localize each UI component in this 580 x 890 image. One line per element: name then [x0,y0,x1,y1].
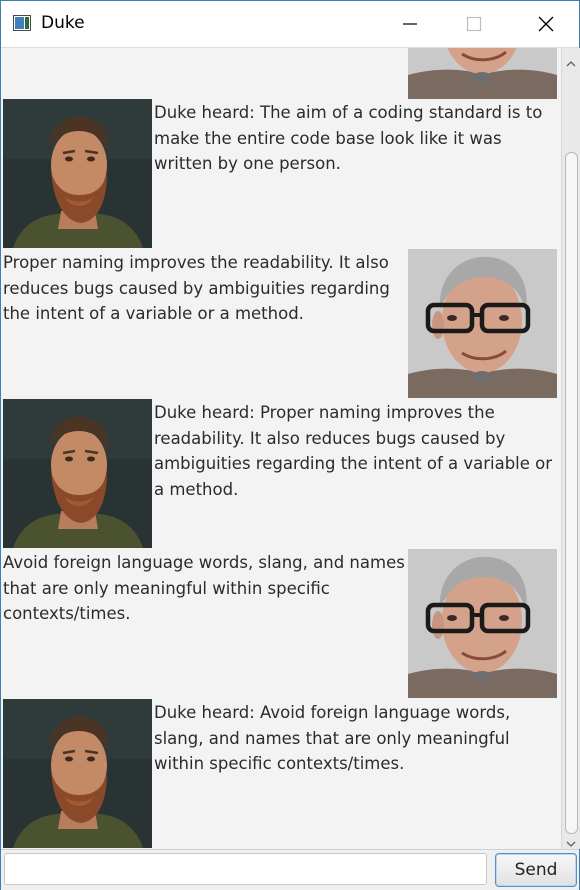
dialog-text: Duke heard: Proper naming improves the r… [154,403,553,499]
user-avatar [408,48,557,99]
dialog-text: Proper naming improves the readability. … [3,253,390,323]
close-icon [538,16,554,32]
window-app-icon [13,15,31,31]
input-bar: Send [1,849,579,890]
dialog-container[interactable]: Duke heard: The aim of a coding standard… [1,48,561,849]
duke-avatar [3,399,152,548]
dialog-text: Avoid foreign language words, slang, and… [3,553,405,623]
vertical-scrollbar[interactable] [561,48,580,849]
dialog-text: Duke heard: Avoid foreign language words… [154,703,511,773]
duke-dialog: Duke heard: The aim of a coding standard… [1,99,561,249]
minimize-icon [403,23,417,25]
user-dialog: Proper naming improves the readability. … [1,249,561,399]
duke-dialog: Duke heard: Proper naming improves the r… [1,399,561,549]
scroll-down-arrow-icon[interactable] [566,834,576,847]
duke-dialog: Duke heard: Avoid foreign language words… [1,699,561,849]
window-title: Duke [41,13,85,33]
maximize-icon [466,16,482,32]
app-window: Duke Duke heard: The aim of a coding sta… [0,0,580,890]
duke-avatar [3,699,152,848]
scrollbar-thumb[interactable] [565,152,578,834]
scroll-up-arrow-icon[interactable] [566,54,576,67]
user-dialog: Avoid foreign language words, slang, and… [1,549,561,699]
maximize-button[interactable] [451,1,497,47]
title-bar: Duke [1,1,579,48]
close-button[interactable] [523,1,569,47]
dialog-text: Duke heard: The aim of a coding standard… [154,103,543,173]
user-input[interactable] [4,853,487,885]
send-button[interactable]: Send [495,853,577,887]
duke-avatar [3,99,152,248]
user-avatar [408,249,557,398]
minimize-button[interactable] [387,1,433,47]
user-avatar [408,549,557,698]
